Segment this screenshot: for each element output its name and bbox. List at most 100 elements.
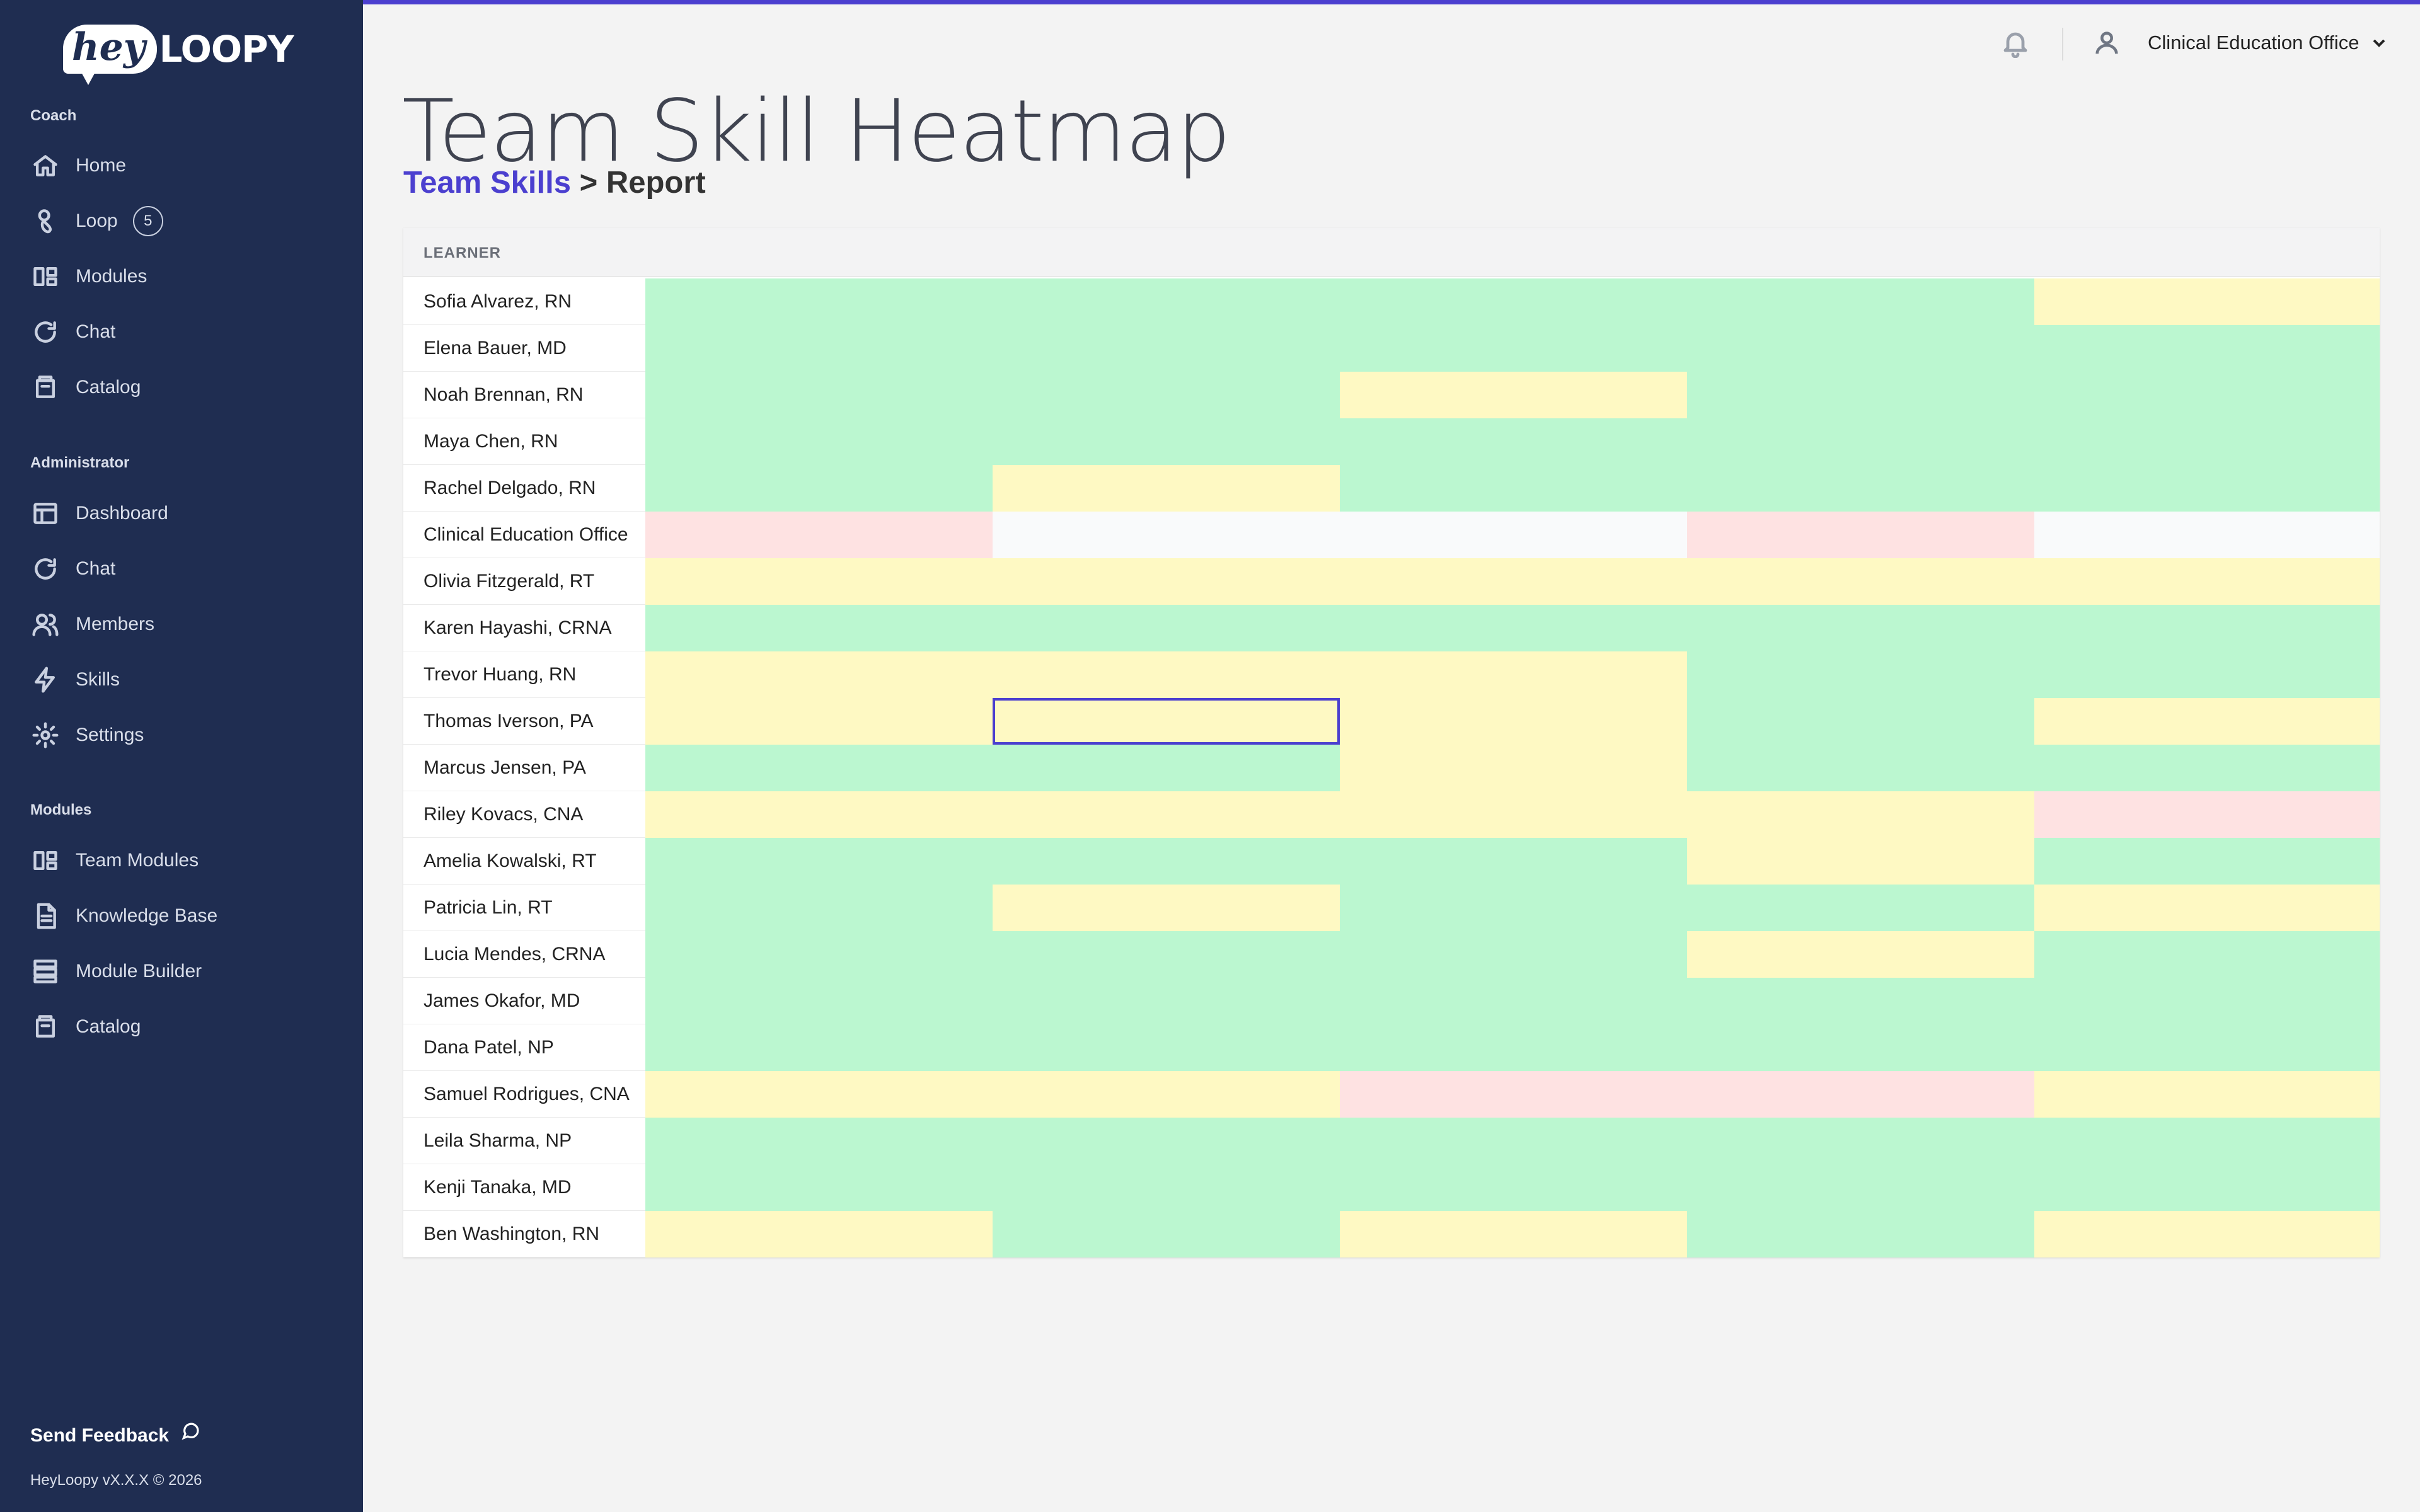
heatmap-cell[interactable] [2034, 745, 2380, 791]
heatmap-cell[interactable] [645, 418, 993, 465]
sidebar-item-modules[interactable]: Modules [30, 258, 147, 295]
heatmap-cell[interactable] [1340, 1164, 1687, 1211]
heatmap-cell[interactable] [993, 605, 1340, 651]
sidebar-item-team-modules[interactable]: Team Modules [30, 842, 199, 879]
heatmap-cell[interactable] [993, 1211, 1340, 1257]
heatmap-cell[interactable] [1340, 558, 1687, 605]
heatmap-cell[interactable] [2034, 465, 2380, 512]
heatmap-cell[interactable] [993, 372, 1340, 418]
heatmap-cell[interactable] [645, 745, 993, 791]
heatmap-cell[interactable] [1687, 1211, 2034, 1257]
heatmap-cell[interactable] [645, 791, 993, 838]
heatmap-cell[interactable] [2034, 1164, 2380, 1211]
heatmap-cell[interactable] [2034, 372, 2380, 418]
heatmap-cell[interactable] [2034, 885, 2380, 931]
heatmap-cell[interactable] [645, 278, 993, 325]
heatmap-cell[interactable] [993, 698, 1340, 745]
heatmap-cell[interactable] [1340, 372, 1687, 418]
heatmap-cell[interactable] [2034, 418, 2380, 465]
heatmap-cell[interactable] [1687, 558, 2034, 605]
heatmap-cell[interactable] [993, 838, 1340, 885]
heatmap-cell[interactable] [645, 651, 993, 698]
heatmap-cell[interactable] [645, 698, 993, 745]
heatmap-cell[interactable] [645, 1118, 993, 1164]
heatmap-cell[interactable] [645, 605, 993, 651]
heatmap-cell[interactable] [993, 1024, 1340, 1071]
heatmap-cell[interactable] [645, 372, 993, 418]
heatmap-cell[interactable] [645, 885, 993, 931]
heatmap-cell[interactable] [645, 512, 993, 558]
heatmap-cell[interactable] [2034, 838, 2380, 885]
heatmap-cell[interactable] [993, 418, 1340, 465]
heatmap-cell[interactable] [993, 791, 1340, 838]
heatmap-cell[interactable] [2034, 1024, 2380, 1071]
heatmap-cell[interactable] [1687, 465, 2034, 512]
heatmap-cell[interactable] [645, 465, 993, 512]
heatmap-cell[interactable] [993, 558, 1340, 605]
heatmap-cell[interactable] [1687, 885, 2034, 931]
heatmap-cell[interactable] [993, 885, 1340, 931]
heatmap-cell[interactable] [1340, 931, 1687, 978]
heatmap-cell[interactable] [2034, 791, 2380, 838]
heatmap-cell[interactable] [1687, 372, 2034, 418]
heatmap-cell[interactable] [993, 745, 1340, 791]
heatmap-cell[interactable] [1687, 605, 2034, 651]
heatmap-cell[interactable] [2034, 698, 2380, 745]
heatmap-cell[interactable] [1340, 1211, 1687, 1257]
heatmap-cell[interactable] [2034, 325, 2380, 372]
heatmap-cell[interactable] [2034, 651, 2380, 698]
heatmap-cell[interactable] [645, 1211, 993, 1257]
heatmap-cell[interactable] [1687, 512, 2034, 558]
sidebar-item-home[interactable]: Home [30, 147, 126, 185]
sidebar-item-members[interactable]: Members [30, 605, 154, 643]
account-menu[interactable]: Clinical Education Office [2092, 25, 2389, 60]
heatmap-cell[interactable] [645, 558, 993, 605]
heatmap-cell[interactable] [1687, 1164, 2034, 1211]
heatmap-cell[interactable] [2034, 978, 2380, 1024]
heatmap-cell[interactable] [993, 1118, 1340, 1164]
heatmap-cell[interactable] [1340, 325, 1687, 372]
heatmap-cell[interactable] [1340, 605, 1687, 651]
sidebar-item-modules-catalog[interactable]: Catalog [30, 1008, 141, 1046]
heatmap-cell[interactable] [1687, 278, 2034, 325]
heatmap-cell[interactable] [993, 978, 1340, 1024]
heatmap-cell[interactable] [1340, 978, 1687, 1024]
sidebar-item-admin-chat[interactable]: Chat [30, 550, 115, 588]
heatmap-cell[interactable] [1340, 791, 1687, 838]
sidebar-item-knowledge-base[interactable]: Knowledge Base [30, 897, 217, 935]
sidebar-item-loop[interactable]: Loop 5 [30, 202, 163, 240]
heatmap-cell[interactable] [1340, 651, 1687, 698]
heatmap-cell[interactable] [1687, 418, 2034, 465]
sidebar-item-module-builder[interactable]: Module Builder [30, 953, 202, 990]
heatmap-cell[interactable] [2034, 512, 2380, 558]
notifications-button[interactable] [2000, 28, 2031, 59]
heatmap-cell[interactable] [645, 838, 993, 885]
heatmap-cell[interactable] [993, 1071, 1340, 1118]
breadcrumb-link-team-skills[interactable]: Team Skills [403, 166, 571, 200]
heatmap-cell[interactable] [1340, 1071, 1687, 1118]
heatmap-cell[interactable] [1340, 1024, 1687, 1071]
heatmap-cell[interactable] [993, 278, 1340, 325]
heatmap-cell[interactable] [1687, 325, 2034, 372]
heatmap-cell[interactable] [993, 465, 1340, 512]
heatmap-cell[interactable] [645, 1024, 993, 1071]
heatmap-cell[interactable] [1687, 745, 2034, 791]
heatmap-cell[interactable] [993, 651, 1340, 698]
heatmap-cell[interactable] [1687, 698, 2034, 745]
heatmap-cell[interactable] [645, 1164, 993, 1211]
heatmap-cell[interactable] [1340, 512, 1687, 558]
sidebar-item-settings[interactable]: Settings [30, 716, 144, 754]
heatmap-cell[interactable] [2034, 278, 2380, 325]
heatmap-cell[interactable] [2034, 1118, 2380, 1164]
send-feedback-button[interactable]: Send Feedback [30, 1423, 200, 1446]
heatmap-cell[interactable] [645, 325, 993, 372]
heatmap-cell[interactable] [1687, 838, 2034, 885]
heatmap-cell[interactable] [645, 978, 993, 1024]
heatmap-cell[interactable] [2034, 558, 2380, 605]
heatmap-cell[interactable] [1340, 745, 1687, 791]
heatmap-cell[interactable] [1340, 885, 1687, 931]
heatmap-cell[interactable] [2034, 1071, 2380, 1118]
heatmap-cell[interactable] [1687, 978, 2034, 1024]
heatmap-cell[interactable] [1340, 1118, 1687, 1164]
heatmap-cell[interactable] [993, 512, 1340, 558]
